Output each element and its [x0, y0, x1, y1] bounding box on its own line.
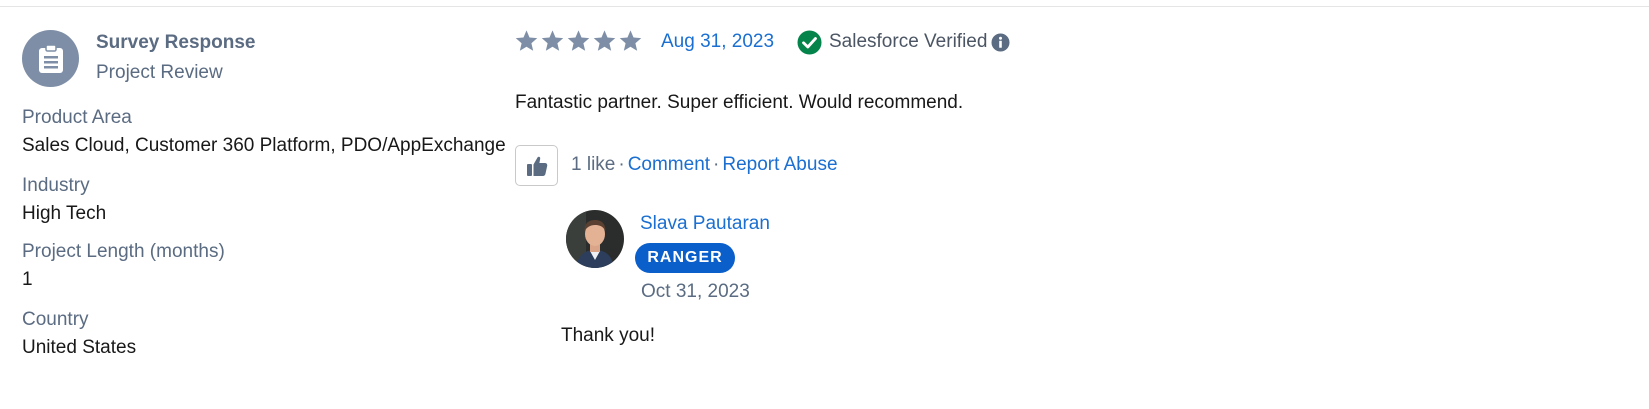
star-icon	[515, 30, 538, 51]
reply-author-name[interactable]: Slava Pautaran	[640, 213, 770, 235]
project-length-value: 1	[22, 269, 33, 290]
country-value: United States	[22, 337, 137, 358]
separator: ·	[713, 154, 720, 175]
product-area-label: Product Area	[22, 107, 132, 128]
clipboard-icon	[38, 43, 63, 73]
industry-value: High Tech	[22, 203, 107, 224]
verified-check-icon	[797, 30, 822, 55]
thumbs-up-icon	[526, 156, 547, 176]
response-type-avatar	[22, 30, 79, 87]
reply-body: Thank you!	[561, 325, 655, 346]
star-icon	[541, 30, 564, 51]
verified-label: Salesforce Verified	[829, 31, 988, 52]
response-type-title: Survey Response	[96, 32, 256, 53]
star-icon	[567, 30, 590, 51]
response-subtype: Project Review	[96, 62, 223, 83]
like-count: 1 like	[571, 154, 616, 175]
country-label: Country	[22, 309, 89, 330]
like-button[interactable]	[515, 145, 558, 186]
rank-badge: RANGER	[635, 243, 735, 273]
reply-date: Oct 31, 2023	[641, 281, 750, 302]
review-actions: 1 like · Comment · Report Abuse	[571, 154, 838, 176]
star-icon	[619, 30, 642, 51]
review-date: Aug 31, 2023	[661, 31, 775, 52]
top-divider	[0, 6, 1649, 7]
report-abuse-link[interactable]: Report Abuse	[722, 154, 837, 176]
reply-author-avatar[interactable]	[566, 210, 624, 268]
info-icon[interactable]	[991, 33, 1010, 52]
industry-label: Industry	[22, 175, 90, 196]
review-body: Fantastic partner. Super efficient. Woul…	[515, 92, 964, 113]
project-length-label: Project Length (months)	[22, 241, 225, 262]
separator: ·	[618, 154, 625, 175]
star-rating	[514, 26, 643, 56]
star-icon	[593, 30, 616, 51]
product-area-value: Sales Cloud, Customer 360 Platform, PDO/…	[22, 135, 506, 156]
comment-link[interactable]: Comment	[628, 154, 710, 176]
